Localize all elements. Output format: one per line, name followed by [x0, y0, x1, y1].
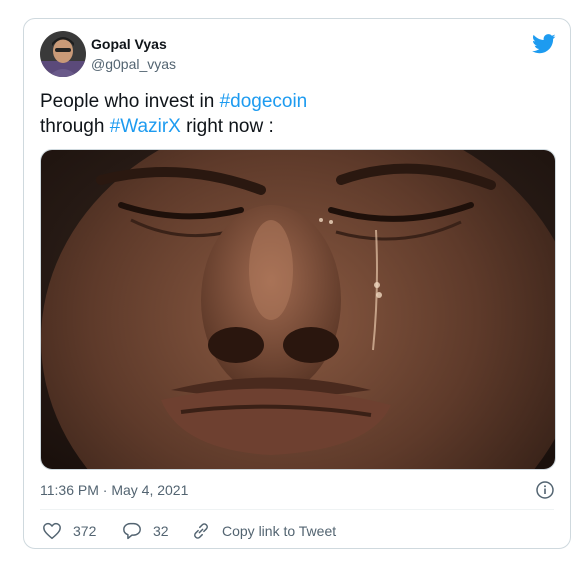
tweet-card: Gopal Vyas @g0pal_vyas People who invest…	[23, 18, 571, 549]
heart-icon	[43, 522, 61, 540]
author-handle[interactable]: @g0pal_vyas	[91, 56, 176, 72]
like-button[interactable]: 372	[42, 521, 96, 541]
hashtag-wazirx-link[interactable]: #WazirX	[110, 116, 181, 137]
crying-face-photo	[41, 150, 555, 469]
avatar-image	[40, 31, 86, 77]
tweet-text-line2-prefix: through	[40, 116, 110, 137]
like-count: 372	[73, 523, 97, 539]
tweet-text-line1-prefix: People who invest in	[40, 91, 220, 112]
tweet-timestamp[interactable]: 11:36 PM · May 4, 2021	[40, 482, 188, 498]
tweet-media-image[interactable]	[40, 149, 556, 470]
tweet-text-line2-suffix: right now :	[180, 116, 274, 137]
copy-link-label: Copy link to Tweet	[222, 523, 337, 539]
info-icon[interactable]	[536, 481, 554, 499]
divider	[40, 509, 554, 510]
tweet-text: People who invest in #dogecoin through #…	[40, 89, 550, 139]
author-name[interactable]: Gopal Vyas	[91, 36, 167, 52]
twitter-bird-icon[interactable]	[532, 33, 556, 55]
reply-button[interactable]: 32	[122, 521, 169, 541]
speech-bubble-icon	[123, 522, 141, 540]
link-icon	[194, 523, 208, 539]
hashtag-dogecoin-link[interactable]: #dogecoin	[220, 91, 308, 112]
reply-count: 32	[153, 523, 169, 539]
avatar[interactable]	[40, 31, 86, 77]
copy-link-button[interactable]: Copy link to Tweet	[191, 521, 336, 541]
